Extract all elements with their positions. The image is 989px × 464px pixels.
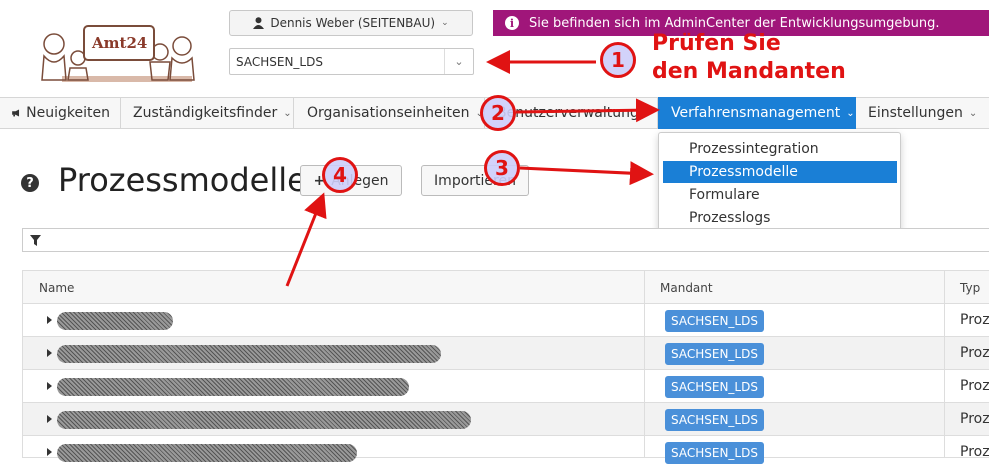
annotation-step-3: 3 bbox=[484, 150, 520, 186]
annotation-note-line-2: den Mandanten bbox=[652, 59, 846, 84]
annotation-arrow bbox=[515, 98, 660, 123]
annotation-step-1: 1 bbox=[600, 42, 636, 78]
annotation-step-2: 2 bbox=[480, 95, 516, 131]
annotation-arrow bbox=[519, 161, 654, 186]
annotation-arrow bbox=[285, 192, 327, 287]
annotation-step-4: 4 bbox=[322, 157, 358, 193]
annotation-note-line-1: Prüfen Sie bbox=[652, 31, 781, 56]
annotation-note: Prüfen Sie den Mandanten bbox=[652, 30, 846, 86]
